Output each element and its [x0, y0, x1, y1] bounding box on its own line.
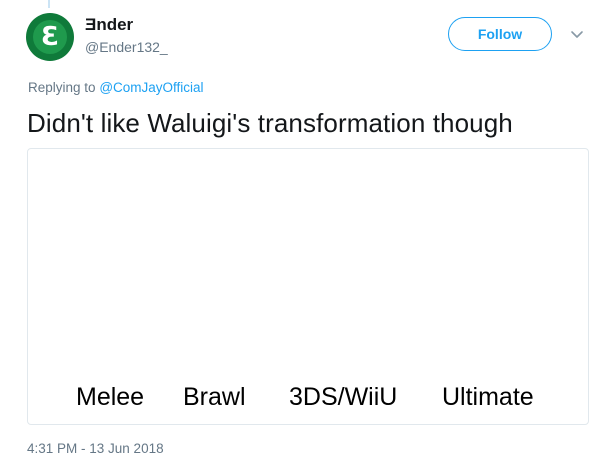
- avatar-letter: Ɛ: [33, 20, 67, 54]
- user-handle[interactable]: @Ender132_: [85, 39, 168, 55]
- replying-to: Replying to @ComJayOfficial: [28, 80, 204, 95]
- follow-button[interactable]: Follow: [448, 17, 552, 51]
- display-name[interactable]: Ǝnder: [85, 15, 133, 35]
- chevron-down-icon[interactable]: [569, 26, 585, 42]
- media-label-melee: Melee: [76, 383, 145, 411]
- tweet-timestamp[interactable]: 4:31 PM - 13 Jun 2018: [27, 441, 164, 456]
- tweet-text: Didn't like Waluigi's transformation tho…: [27, 108, 513, 138]
- media-label-ultimate: Ultimate: [442, 383, 534, 411]
- media-image[interactable]: Melee Brawl 3DS/WiiU Ultimate: [27, 148, 589, 425]
- avatar[interactable]: Ɛ: [26, 13, 74, 61]
- media-label-brawl: Brawl: [183, 383, 246, 411]
- replying-to-label: Replying to: [28, 80, 96, 95]
- media-label-3ds-wiiu: 3DS/WiiU: [289, 383, 398, 411]
- mention-link[interactable]: @ComJayOfficial: [99, 80, 203, 95]
- thread-connector-line: [48, 0, 50, 8]
